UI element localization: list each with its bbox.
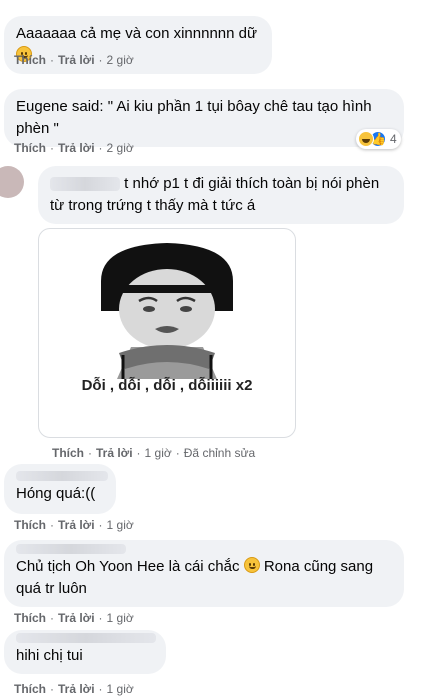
like-link[interactable]: Thích [14,518,46,532]
edited-label[interactable]: Đã chỉnh sửa [184,446,255,460]
reply-link[interactable]: Trả lời [58,682,95,696]
comment-time[interactable]: 1 giờ [107,682,134,696]
smile-emoji-icon [243,557,260,573]
comment-actions: Thích · Trả lời · 1 giờ · Đã chỉnh sửa [52,446,256,460]
comment-bubble: Hóng quá:(( [4,464,116,514]
comment-actions: Thích · Trả lời · 1 giờ [14,611,134,625]
comment-actions: Thích · Trả lời · 1 giờ [14,682,134,696]
comment-bubble: Chủ tịch Oh Yoon Hee là cái chắc Rona cũ… [4,540,404,607]
reply-link[interactable]: Trả lời [58,141,95,155]
comment-text: Chủ tịch Oh Yoon Hee là cái chắc [16,558,240,575]
blurred-author-name[interactable] [16,633,156,643]
like-link[interactable]: Thích [14,141,46,155]
comment-actions: Thích · Trả lời · 2 giờ [14,53,134,67]
blurred-author-name[interactable] [50,177,120,192]
comment-bubble: hihi chị tui [4,630,166,674]
comment-text: Eugene said: " Ai kiu phần 1 tụi bôay ch… [16,98,372,137]
comment-actions: Thích · Trả lời · 2 giờ [14,141,134,155]
comment-time[interactable]: 1 giờ [107,611,134,625]
comment-text: Aaaaaaa cả mẹ và con xinnnnnn dữ [16,25,258,42]
comment-time[interactable]: 1 giờ [107,518,134,532]
comment-bubble: t nhớ p1 t đi giải thích toàn bị nói phè… [38,166,404,224]
reply-link[interactable]: Trả lời [58,53,95,67]
avatar[interactable] [0,166,24,198]
comment-time[interactable]: 1 giờ [145,446,172,460]
sulking-meme-sticker [101,243,233,379]
comment-text: hihi chị tui [16,647,83,664]
like-link[interactable]: Thích [52,446,84,460]
reply-link[interactable]: Trả lời [96,446,133,460]
sticker-caption: Dỗi , dỗi , dỗi , dỗiiiiii x2 [81,377,253,394]
comment-time[interactable]: 2 giờ [107,141,134,155]
like-link[interactable]: Thích [14,611,46,625]
reply-link[interactable]: Trả lời [58,518,95,532]
reaction-summary[interactable]: 4 [356,129,401,149]
comment-text: Hóng quá:(( [16,485,96,502]
blurred-author-name[interactable] [16,471,108,481]
like-link[interactable]: Thích [14,682,46,696]
reaction-count: 4 [390,132,397,146]
blurred-author-name[interactable] [16,544,126,554]
haha-reaction-icon [358,131,374,147]
like-link[interactable]: Thích [14,53,46,67]
sticker-attachment[interactable]: Dỗi , dỗi , dỗi , dỗiiiiii x2 [38,228,296,438]
comment-bubble: Eugene said: " Ai kiu phần 1 tụi bôay ch… [4,89,404,147]
comment-time[interactable]: 2 giờ [107,53,134,67]
reply-link[interactable]: Trả lời [58,611,95,625]
comment-actions: Thích · Trả lời · 1 giờ [14,518,134,532]
